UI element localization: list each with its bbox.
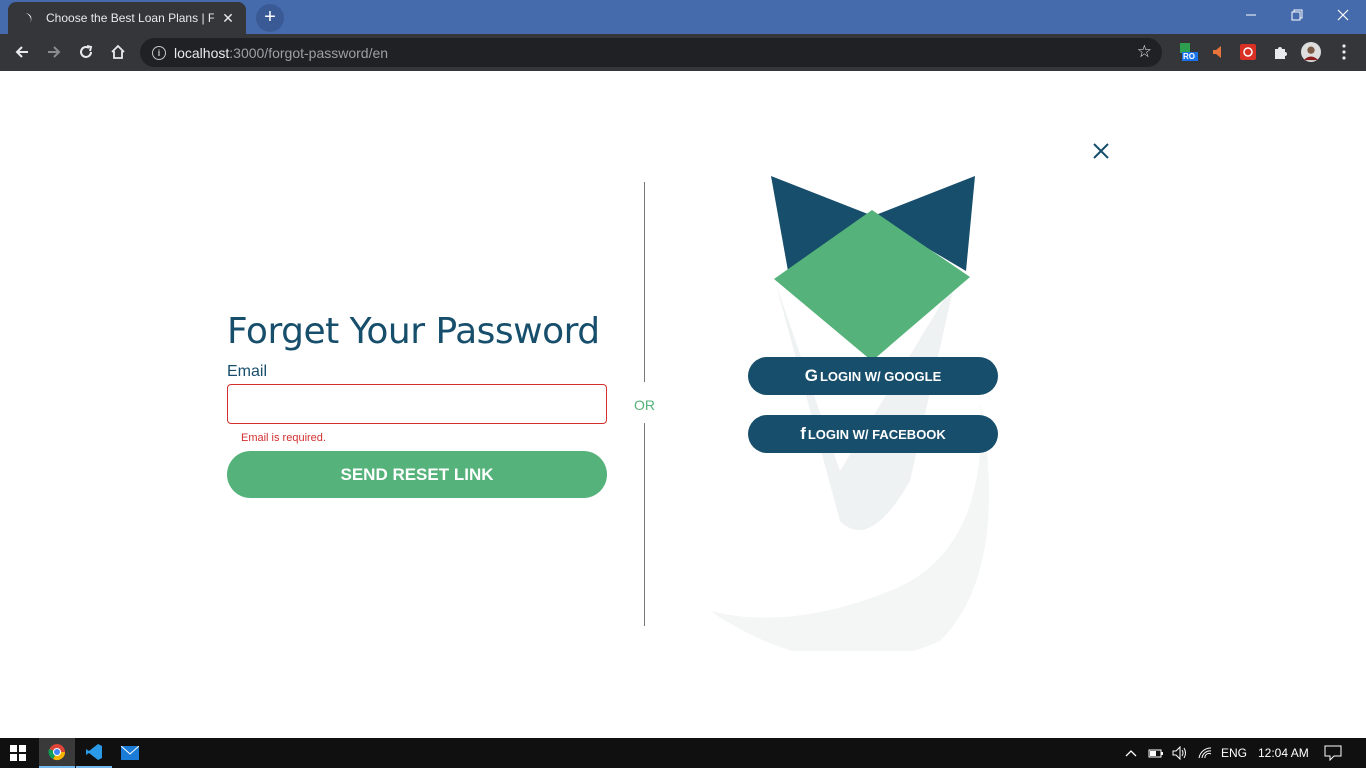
reload-button[interactable] xyxy=(72,38,100,66)
home-button[interactable] xyxy=(104,38,132,66)
site-favicon-icon xyxy=(22,10,38,26)
email-label: Email xyxy=(227,363,268,380)
extensions-puzzle-icon[interactable] xyxy=(1270,42,1290,62)
email-field[interactable] xyxy=(227,384,607,424)
new-tab-button[interactable]: + xyxy=(256,4,284,32)
url-host: localhost xyxy=(174,44,230,61)
page-title: Forget Your Password xyxy=(227,311,600,352)
forward-button[interactable] xyxy=(40,38,68,66)
facebook-icon: f xyxy=(800,424,806,443)
browser-menu-icon[interactable] xyxy=(1334,42,1354,62)
extension-ro-icon[interactable]: RO xyxy=(1178,42,1198,62)
notifications-icon[interactable] xyxy=(1324,738,1342,768)
info-icon[interactable]: i xyxy=(152,45,166,60)
back-button[interactable] xyxy=(8,38,36,66)
google-icon: G xyxy=(804,366,818,385)
url-path: :3000/forgot-password/en xyxy=(229,44,389,61)
login-google-button[interactable]: G LOGIN W/ GOOGLE xyxy=(748,357,998,395)
brand-logo-graphic xyxy=(710,176,989,651)
or-separator: OR xyxy=(634,397,655,413)
page-content: Forget Your Password Email Email is requ… xyxy=(0,71,1366,738)
volume-icon[interactable] xyxy=(1172,738,1188,768)
wifi-icon[interactable] xyxy=(1197,738,1213,768)
clock[interactable]: 12:04 AM xyxy=(1258,738,1309,768)
send-reset-link-button[interactable]: SEND RESET LINK xyxy=(227,451,607,498)
browser-toolbar: i localhost :3000/forgot-password/en ☆ R… xyxy=(0,34,1366,71)
language-indicator[interactable]: ENG xyxy=(1221,738,1247,768)
chrome-taskbar-icon[interactable] xyxy=(39,738,75,768)
minimize-button[interactable] xyxy=(1228,0,1274,30)
tab-close-icon[interactable]: ✕ xyxy=(220,10,236,27)
tray-chevron-icon[interactable] xyxy=(1124,738,1138,768)
close-window-button[interactable] xyxy=(1320,0,1366,30)
login-facebook-button[interactable]: f LOGIN W/ FACEBOOK xyxy=(748,415,998,453)
extension-speaker-icon[interactable] xyxy=(1208,42,1228,62)
bookmark-star-icon[interactable]: ☆ xyxy=(1137,42,1152,62)
divider-line-bottom xyxy=(644,423,645,626)
email-error-message: Email is required. xyxy=(241,432,326,444)
battery-icon[interactable] xyxy=(1148,738,1164,768)
profile-avatar[interactable] xyxy=(1301,42,1321,62)
restore-button[interactable] xyxy=(1274,0,1320,30)
divider-line-top xyxy=(644,182,645,382)
mail-taskbar-icon[interactable] xyxy=(112,738,148,768)
extension-red-icon[interactable] xyxy=(1238,42,1258,62)
browser-tab[interactable]: Choose the Best Loan Plans | Fay ✕ xyxy=(8,2,246,34)
vscode-taskbar-icon[interactable] xyxy=(76,738,112,768)
windows-taskbar: ENG 12:04 AM xyxy=(0,738,1366,768)
extension-badge: RO xyxy=(1183,52,1195,61)
facebook-button-label: LOGIN W/ FACEBOOK xyxy=(807,426,946,442)
browser-tab-bar: Choose the Best Loan Plans | Fay ✕ + xyxy=(0,0,1366,34)
google-button-label: LOGIN W/ GOOGLE xyxy=(819,368,942,384)
tab-title: Choose the Best Loan Plans | Fay xyxy=(46,11,214,25)
address-bar[interactable]: i localhost :3000/forgot-password/en ☆ xyxy=(140,38,1162,67)
close-icon[interactable] xyxy=(1090,142,1112,164)
windows-start-icon[interactable] xyxy=(0,738,36,768)
